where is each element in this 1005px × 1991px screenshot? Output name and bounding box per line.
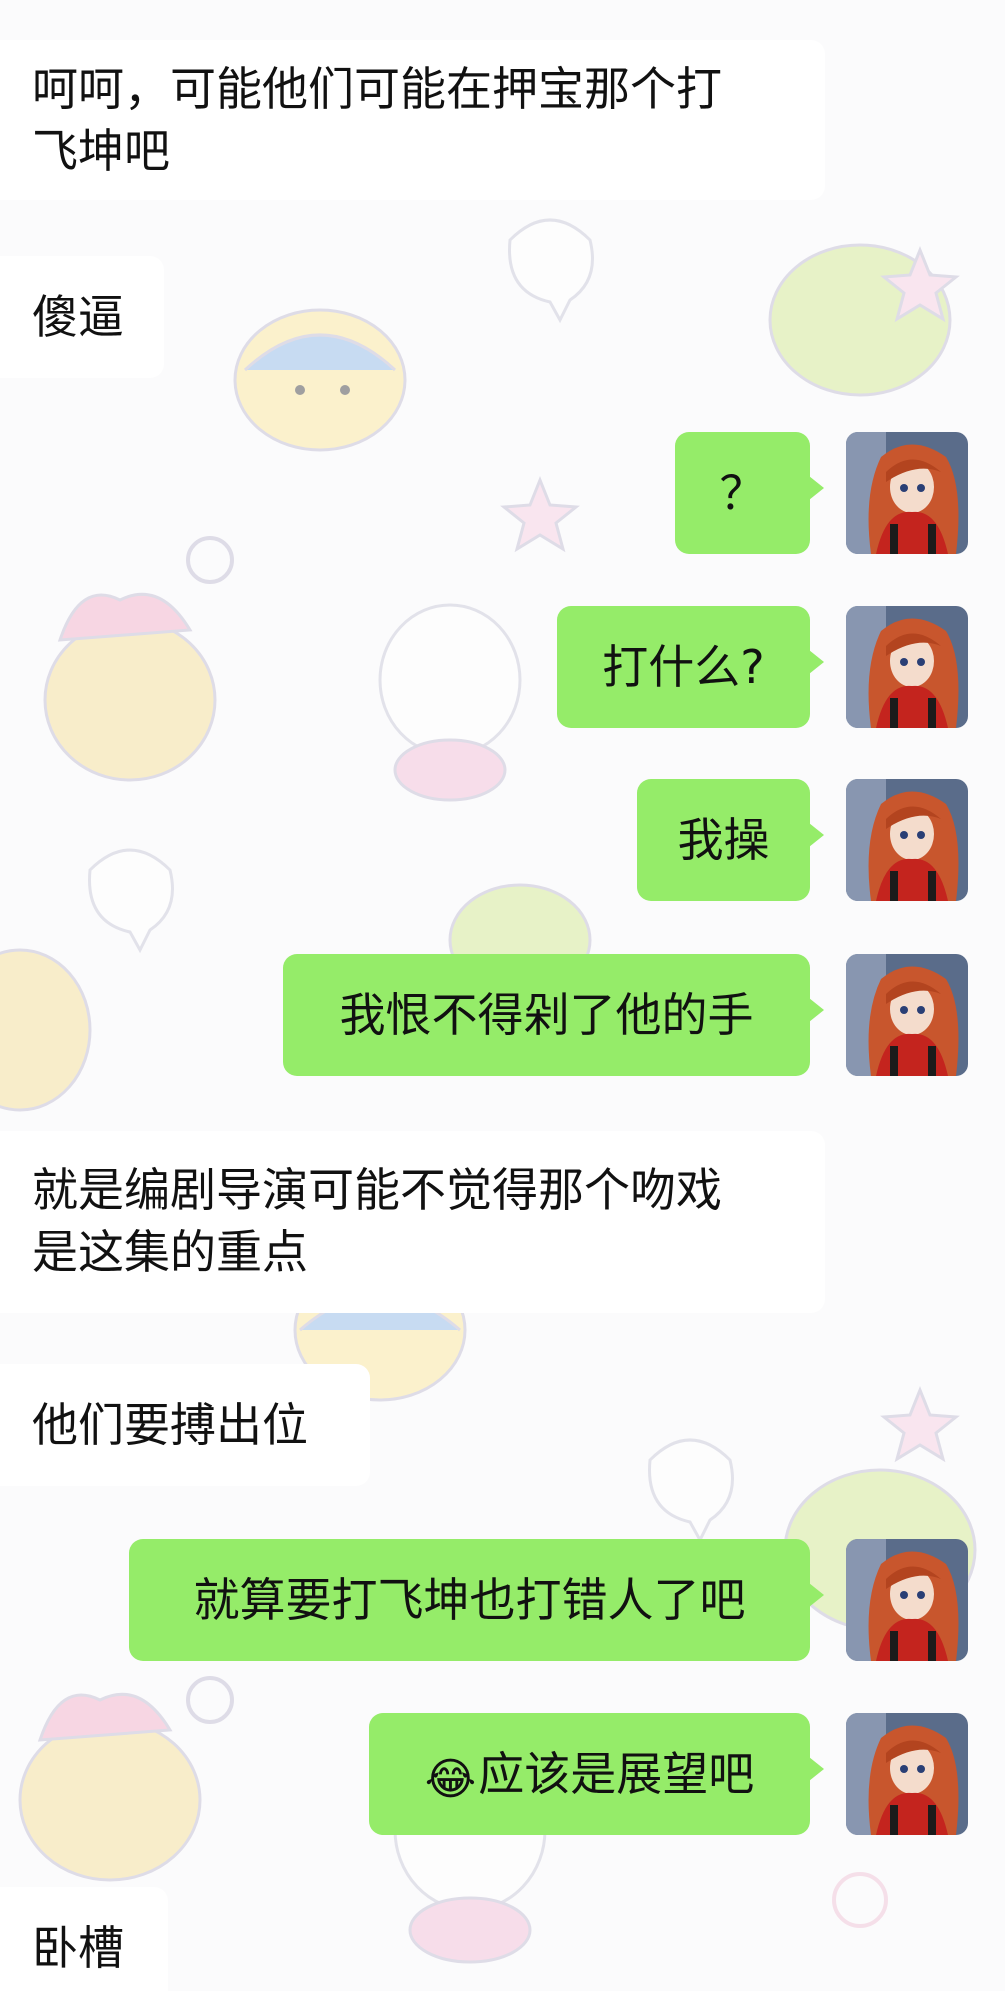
anime-girl-avatar-icon xyxy=(846,954,968,1076)
message-bubble-sent[interactable]: 我操 xyxy=(637,779,824,901)
avatar[interactable] xyxy=(846,1539,968,1661)
avatar[interactable] xyxy=(846,1713,968,1835)
message-text: 应该是展望吧 xyxy=(478,1747,755,1801)
message-bubble-received[interactable]: 卧槽 xyxy=(0,1887,168,1991)
avatar[interactable] xyxy=(846,954,968,1076)
message-text: 我恨不得剁了他的手 xyxy=(339,988,754,1042)
message-text: 打什么? xyxy=(602,640,765,694)
message-bubble-received[interactable]: 就是编剧导演可能不觉得那个吻戏 是这集的重点 xyxy=(0,1131,825,1313)
chat-view: 呵呵，可能他们可能在押宝那个打 飞坤吧 傻逼 ？ 打什么? 我操 我恨不得剁了他… xyxy=(0,0,1005,1991)
message-text: 我操 xyxy=(677,813,770,867)
message-text-line: 他们要搏出位 xyxy=(32,1398,308,1452)
message-text-line: 呵呵，可能他们可能在押宝那个打 xyxy=(32,62,722,116)
anime-girl-avatar-icon xyxy=(846,606,968,728)
avatar[interactable] xyxy=(846,432,968,554)
anime-girl-avatar-icon xyxy=(846,1539,968,1661)
message-text-line: 卧槽 xyxy=(32,1921,124,1975)
message-bubble-sent[interactable]: 😂应该是展望吧 xyxy=(369,1713,824,1835)
message-bubble-received[interactable]: 呵呵，可能他们可能在押宝那个打 飞坤吧 xyxy=(0,40,825,200)
message-bubble-sent[interactable]: 打什么? xyxy=(557,606,824,728)
anime-girl-avatar-icon xyxy=(846,779,968,901)
avatar[interactable] xyxy=(846,779,968,901)
message-text-line: 飞坤吧 xyxy=(32,124,170,178)
message-text-line: 是这集的重点 xyxy=(32,1225,308,1279)
message-bubble-sent[interactable]: ？ xyxy=(675,432,824,554)
message-bubble-received[interactable]: 他们要搏出位 xyxy=(0,1364,370,1486)
message-text-line: 傻逼 xyxy=(32,290,124,344)
message-bubble-sent[interactable]: 就算要打飞坤也打错人了吧 xyxy=(129,1539,824,1661)
message-bubble-received[interactable]: 傻逼 xyxy=(0,256,164,378)
tears-of-joy-icon: 😂 xyxy=(424,1754,477,1805)
message-bubble-sent[interactable]: 我恨不得剁了他的手 xyxy=(283,954,824,1076)
message-text: ？ xyxy=(719,466,766,520)
avatar[interactable] xyxy=(846,606,968,728)
anime-girl-avatar-icon xyxy=(846,1713,968,1835)
message-text-line: 就是编剧导演可能不觉得那个吻戏 xyxy=(32,1163,722,1217)
message-text: 就算要打飞坤也打错人了吧 xyxy=(193,1573,746,1627)
anime-girl-avatar-icon xyxy=(846,432,968,554)
